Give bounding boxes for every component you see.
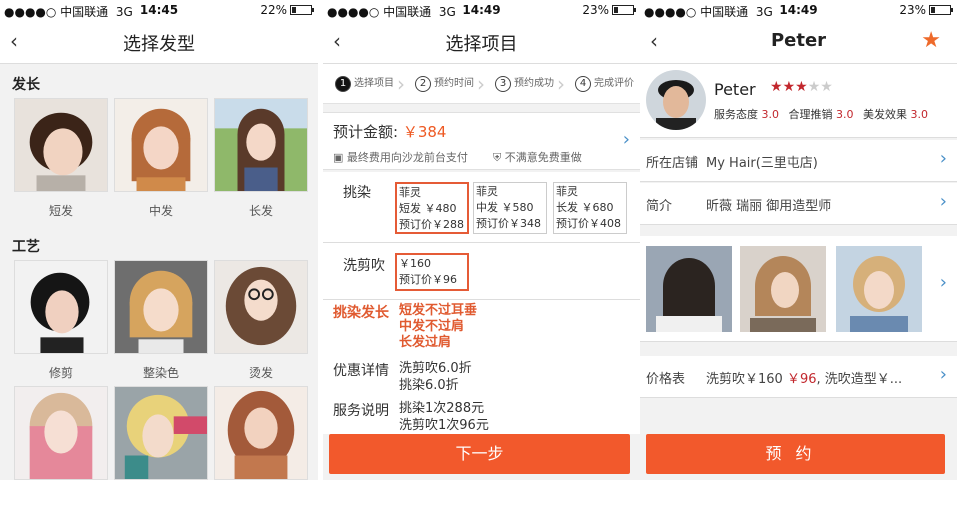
star-empty-icon: ★ — [807, 79, 821, 95]
shield-icon: ⛨ — [493, 151, 502, 164]
pay-at-salon-note: ▣ 最终费用向沙龙前台支付 — [333, 151, 468, 164]
step-indicator: 1 选择项目 › 2 预约时间 › 3 预约成功 › 4 完成评价 — [323, 64, 640, 104]
score-list: 服务态度 3.0 合理推销 3.0 美发效果 3.0 — [714, 108, 928, 121]
page-title: 选择发型 — [123, 34, 195, 55]
star-filled-icon: ★ — [770, 79, 783, 95]
intro-row[interactable]: 简介 昕薇 瑞丽 御用造型师 › — [640, 183, 957, 225]
step-2: 2 预约时间 — [415, 74, 474, 92]
hairstyle-thumb-short[interactable] — [14, 98, 108, 192]
hairstyle-label: 长发 — [248, 204, 273, 218]
chevron-right-icon: › — [622, 129, 630, 150]
craft-thumb-perm[interactable] — [214, 260, 308, 354]
service-label-cut: 洗剪吹 — [343, 258, 385, 274]
star-filled-icon: ★ — [795, 79, 808, 95]
gallery-photo[interactable] — [646, 246, 732, 332]
star-filled-icon: ★ — [782, 79, 796, 95]
battery-status: 23% — [582, 3, 636, 17]
page-title: 选择项目 — [445, 34, 518, 55]
estimate-panel[interactable]: 预计金额: ￥384 ▣ 最终费用向沙龙前台支付 ⛨ 不满意免费重做 › — [323, 112, 640, 170]
free-redo-note: ⛨ 不满意免费重做 — [493, 151, 582, 164]
dye-option-short[interactable]: 菲灵 短发 ￥480 预订价￥288 — [395, 182, 469, 234]
style-thumb-pink-ends[interactable] — [14, 386, 108, 480]
chevron-right-icon: › — [939, 191, 947, 212]
battery-status: 23% — [899, 3, 953, 17]
estimate-amount: 预计金额: ￥384 — [333, 123, 447, 141]
dye-option-long[interactable]: 菲灵 长发 ￥680 预订价￥408 — [553, 182, 627, 234]
service-label-dye: 挑染 — [343, 185, 371, 201]
battery-icon — [929, 5, 953, 15]
avatar — [646, 70, 706, 130]
section-title-length: 发长 — [12, 77, 40, 93]
book-button[interactable]: 预约 — [646, 434, 945, 474]
craft-label: 整染色 — [142, 366, 179, 380]
step-1: 1 选择项目 — [335, 74, 394, 92]
page-title: Peter — [770, 30, 827, 51]
price-list-row[interactable]: 价格表 洗剪吹￥160 ￥96, 洗吹造型￥... › — [640, 356, 957, 398]
craft-label: 烫发 — [248, 366, 273, 380]
section-title-craft: 工艺 — [12, 239, 40, 255]
dye-option-medium[interactable]: 菲灵 中发 ￥580 预订价￥348 — [473, 182, 547, 234]
discount-line: 洗剪吹6.0折 — [399, 361, 472, 376]
screen-select-service: ●●●●○ 中国联通 3G 14:49 23% ‹ 选择项目 1 选择项目 › 2… — [323, 0, 640, 480]
work-gallery[interactable]: › — [640, 236, 957, 342]
gallery-photo[interactable] — [836, 246, 922, 332]
step-4: 4 完成评价 — [575, 74, 634, 92]
gallery-photo[interactable] — [740, 246, 826, 332]
dye-options-row: 挑染 菲灵 短发 ￥480 预订价￥288 菲灵 中发 ￥580 预订价￥348 菲灵长… — [323, 172, 640, 242]
hairstyle-label: 短发 — [48, 204, 73, 218]
stylist-name: Peter — [714, 80, 756, 99]
rating-stars: ★★★★★ — [770, 79, 833, 95]
favorite-star-icon[interactable]: ★ — [921, 28, 941, 53]
chevron-right-icon: › — [939, 272, 947, 293]
battery-status: 22% — [260, 3, 314, 17]
craft-thumb-dye[interactable] — [114, 260, 208, 354]
hairstyle-thumb-long[interactable] — [214, 98, 308, 192]
hairstyle-thumb-medium[interactable] — [114, 98, 208, 192]
style-thumb-color-block[interactable] — [114, 386, 208, 480]
battery-icon — [290, 5, 314, 15]
status-bar: ●●●●○ 中国联通 3G 14:49 23% — [640, 0, 957, 20]
nav-bar: ‹ 选择发型 — [0, 20, 318, 64]
screen-stylist-profile: ●●●●○ 中国联通 3G 14:49 23% ‹ Peter ★ Peter … — [640, 0, 957, 480]
hairstyle-label: 中发 — [148, 204, 173, 218]
store-row[interactable]: 所在店铺 My Hair(三里屯店) › — [640, 140, 957, 182]
step-separator-icon: › — [557, 72, 565, 96]
discount-line: 挑染6.0折 — [399, 378, 459, 393]
stylist-profile: Peter ★★★★★ 服务态度 3.0 合理推销 3.0 美发效果 3.0 — [640, 64, 957, 138]
discount-label: 优惠详情 — [333, 363, 389, 379]
star-empty-icon: ★ — [820, 79, 833, 95]
cut-options-row: 洗剪吹 ￥160 预订价￥96 — [323, 243, 640, 299]
craft-thumb-trim[interactable] — [14, 260, 108, 354]
step-3: 3 预约成功 — [495, 74, 554, 92]
chevron-right-icon: › — [939, 148, 947, 169]
screen-select-hairstyle: ●●●●○ 中国联通 3G 14:45 22% ‹ 选择发型 发长 短发 中发 … — [0, 0, 318, 480]
style-thumb-long-wavy[interactable] — [214, 386, 308, 480]
details-panel: 挑染发长 短发不过耳垂 中发不过肩 长发过肩 优惠详情 洗剪吹6.0折 挑染6.… — [323, 300, 640, 434]
next-step-button[interactable]: 下一步 — [329, 434, 630, 474]
service-note-line: 洗剪吹1次96元 — [399, 418, 489, 433]
wallet-icon: ▣ — [333, 151, 344, 164]
step-separator-icon: › — [477, 72, 485, 96]
nav-bar: ‹ 选择项目 — [323, 20, 640, 64]
nav-bar: ‹ Peter ★ — [640, 20, 957, 64]
chevron-right-icon: › — [939, 364, 947, 385]
step-separator-icon: › — [397, 72, 405, 96]
status-bar: ●●●●○ 中国联通 3G 14:45 22% — [0, 0, 318, 20]
battery-icon — [612, 5, 636, 15]
status-bar: ●●●●○ 中国联通 3G 14:49 23% — [323, 0, 640, 20]
service-note-line: 挑染1次288元 — [399, 401, 485, 416]
cut-option[interactable]: ￥160 预订价￥96 — [395, 253, 469, 291]
craft-label: 修剪 — [48, 366, 73, 380]
service-note-label: 服务说明 — [333, 403, 389, 419]
